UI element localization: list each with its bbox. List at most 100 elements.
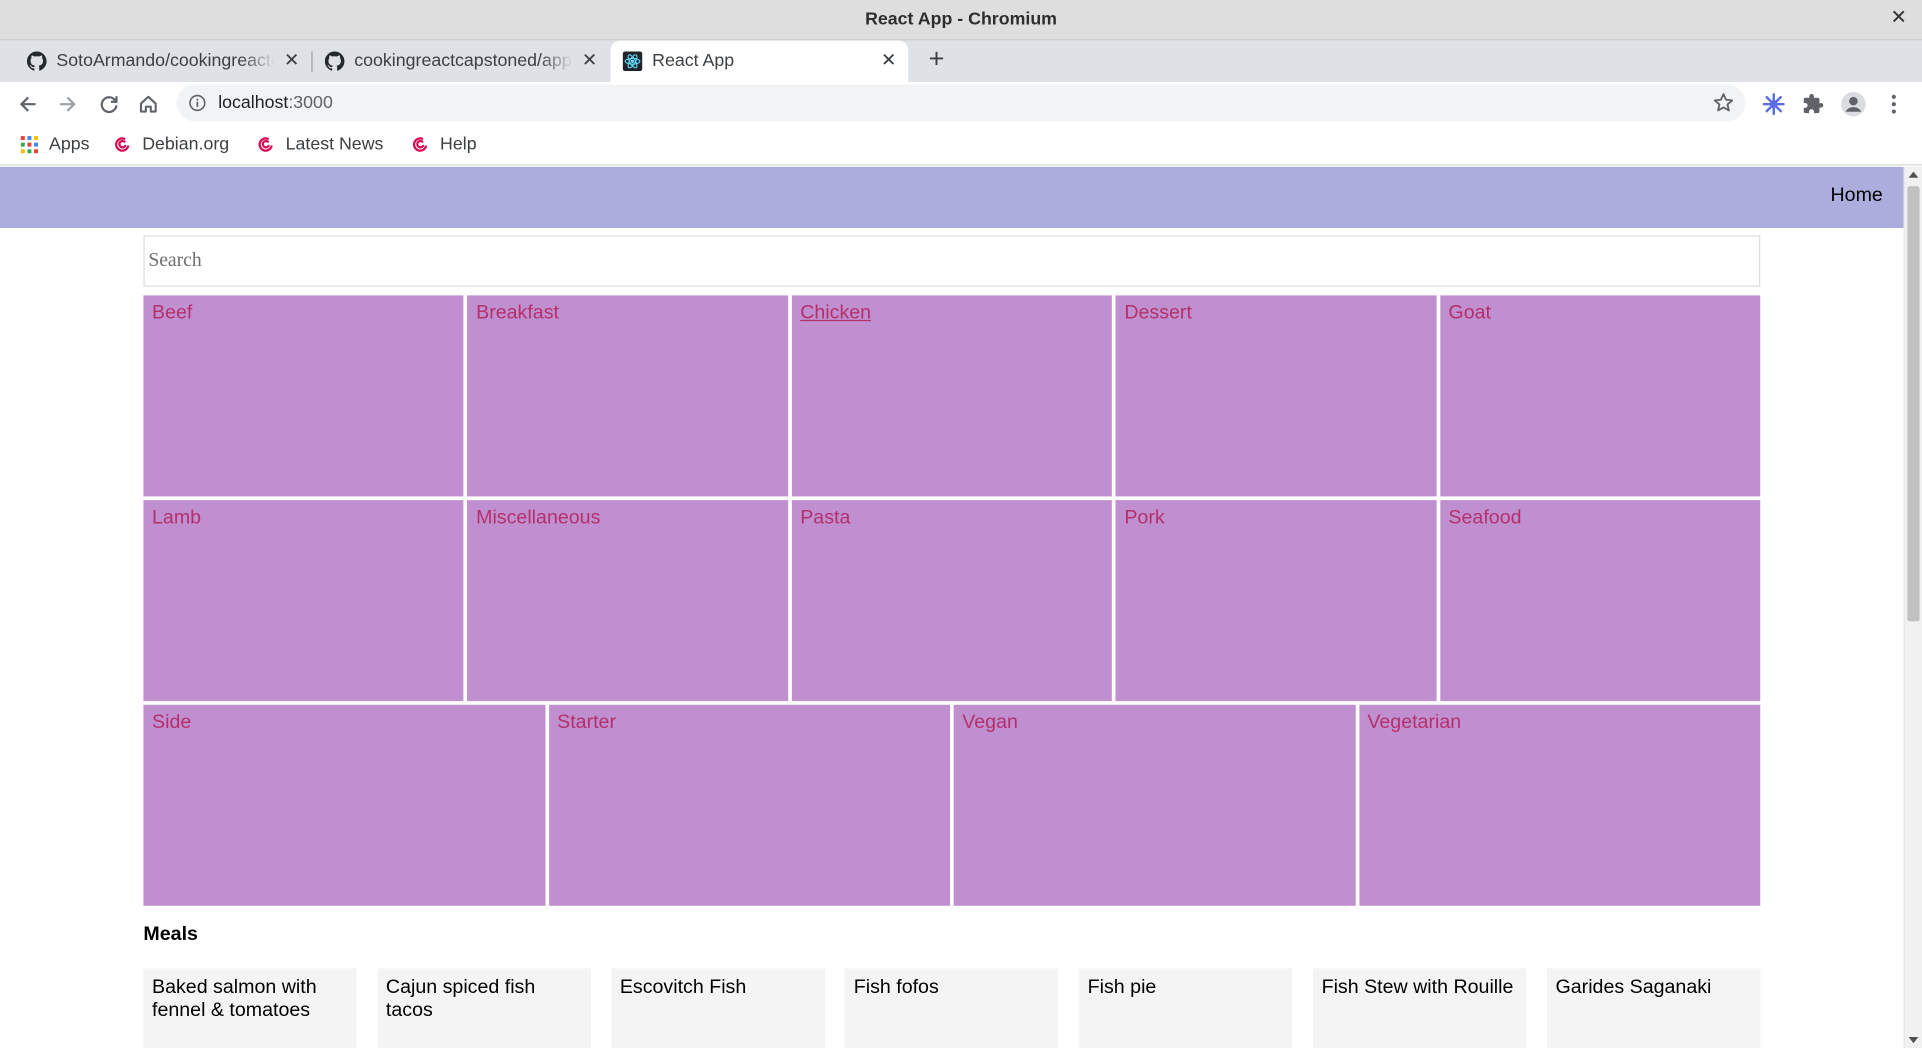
browser-window: React App - Chromium ✕ SotoArmando/cooki… — [0, 0, 1922, 1048]
category-link-breakfast[interactable]: Breakfast — [476, 303, 559, 325]
category-tile[interactable]: Goat — [1439, 295, 1761, 497]
meal-card[interactable]: Escovitch Fish — [611, 968, 825, 1048]
category-tile[interactable]: Vegan — [953, 704, 1356, 906]
category-row: Lamb Miscellaneous Pasta Pork Seafood — [143, 500, 1761, 702]
debian-swirl-icon — [115, 137, 130, 152]
github-icon — [26, 51, 47, 71]
debian-swirl-icon — [412, 137, 428, 152]
category-link-side[interactable]: Side — [152, 712, 191, 734]
tab-close-icon[interactable]: ✕ — [282, 51, 302, 71]
category-link-goat[interactable]: Goat — [1448, 303, 1491, 325]
category-link-lamb[interactable]: Lamb — [152, 507, 201, 529]
url-host: localhost — [218, 93, 289, 113]
info-icon[interactable] — [189, 94, 206, 112]
tab-close-icon[interactable]: ✕ — [879, 51, 899, 71]
extension-button[interactable] — [1760, 91, 1787, 118]
meal-card[interactable]: Fish Stew with Rouille — [1313, 968, 1527, 1048]
window-titlebar: React App - Chromium ✕ — [0, 0, 1922, 41]
tab-react-app[interactable]: React App ✕ — [610, 40, 909, 83]
kebab-menu-icon — [1891, 94, 1896, 114]
search-input[interactable] — [143, 235, 1761, 287]
category-tile[interactable]: Pasta — [791, 500, 1113, 702]
github-icon — [324, 51, 345, 71]
puzzle-icon — [1803, 94, 1824, 114]
category-link-dessert[interactable]: Dessert — [1124, 303, 1192, 325]
category-link-seafood[interactable]: Seafood — [1448, 507, 1521, 529]
meal-card[interactable]: Fish pie — [1079, 968, 1293, 1048]
profile-button[interactable] — [1840, 91, 1867, 118]
category-link-miscellaneous[interactable]: Miscellaneous — [476, 507, 600, 529]
apps-grid-icon — [20, 136, 38, 154]
new-tab-button[interactable]: + — [922, 45, 951, 74]
tab-label: React App — [652, 51, 735, 72]
reload-icon — [100, 96, 118, 114]
category-tile[interactable]: Dessert — [1115, 295, 1437, 497]
meal-card[interactable]: Fish fofos — [845, 968, 1059, 1048]
meal-card[interactable]: Baked salmon with fennel & tomatoes — [143, 968, 357, 1048]
bookmark-label: Debian.org — [142, 134, 230, 155]
bookmarks-bar: Apps Debian.org Latest News Help — [0, 125, 1922, 166]
sparkle-extension-icon — [1762, 93, 1785, 116]
profile-avatar-icon — [1841, 91, 1866, 117]
extensions-menu-button[interactable] — [1801, 91, 1828, 118]
browser-menu-button[interactable] — [1880, 91, 1907, 118]
tab-github-repo[interactable]: SotoArmando/cookingreactcapstoned ✕ — [0, 40, 311, 82]
address-bar[interactable]: localhost:3000 — [176, 84, 1746, 122]
category-tile[interactable]: Pork — [1115, 500, 1437, 702]
bookmark-label: Help — [440, 134, 477, 155]
reload-button[interactable] — [93, 88, 125, 120]
bookmark-star-icon[interactable] — [1711, 91, 1736, 116]
bookmark-apps[interactable]: Apps — [20, 132, 90, 157]
bookmark-label: Apps — [49, 134, 90, 155]
meals-heading: Meals — [143, 924, 198, 946]
category-tile[interactable]: Side — [143, 704, 545, 906]
meal-card[interactable]: Cajun spiced fish tacos — [377, 968, 591, 1048]
nav-home-link[interactable]: Home — [1831, 185, 1883, 207]
meal-card[interactable]: Garides Saganaki — [1546, 968, 1761, 1048]
bookmark-latest-news[interactable]: Latest News — [256, 132, 383, 157]
scroll-up-arrow-icon[interactable] — [1908, 171, 1919, 178]
category-tile[interactable]: Seafood — [1439, 500, 1761, 702]
scroll-down-arrow-icon[interactable] — [1908, 1036, 1919, 1044]
tab-github-app[interactable]: cookingreactcapstoned/app ✕ — [313, 40, 610, 82]
bookmark-label: Latest News — [285, 134, 384, 155]
category-row: Side Starter Vegan Vegetarian — [143, 704, 1761, 906]
category-tile[interactable]: Breakfast — [467, 295, 788, 497]
app-navbar: Home — [0, 166, 1904, 228]
category-tile[interactable]: Lamb — [143, 500, 464, 702]
category-tile[interactable]: Miscellaneous — [467, 500, 788, 702]
category-tile[interactable]: Chicken — [791, 295, 1113, 497]
category-tile[interactable]: Starter — [548, 704, 950, 906]
category-grid: Beef Breakfast Chicken Dessert Goat Lamb… — [143, 295, 1761, 909]
back-button[interactable] — [12, 88, 44, 120]
url-port: :3000 — [288, 93, 333, 113]
bookmark-debian[interactable]: Debian.org — [113, 132, 229, 157]
category-link-vegetarian[interactable]: Vegetarian — [1367, 712, 1461, 734]
arrow-right-icon — [60, 96, 76, 112]
category-link-beef[interactable]: Beef — [152, 303, 192, 325]
tab-label: SotoArmando/cookingreactcapstoned — [56, 51, 274, 72]
page-scrollbar[interactable] — [1903, 166, 1922, 1048]
category-link-pasta[interactable]: Pasta — [800, 507, 850, 529]
bookmark-help[interactable]: Help — [411, 132, 477, 157]
tab-strip: SotoArmando/cookingreactcapstoned ✕ cook… — [0, 40, 1922, 83]
category-row: Beef Breakfast Chicken Dessert Goat — [143, 295, 1761, 497]
arrow-left-icon — [19, 96, 36, 112]
category-tile[interactable]: Beef — [143, 295, 464, 497]
forward-button[interactable] — [51, 88, 83, 120]
react-icon — [622, 51, 643, 72]
window-title: React App - Chromium — [865, 9, 1057, 30]
scrollbar-thumb[interactable] — [1907, 186, 1920, 622]
home-button[interactable] — [132, 88, 164, 120]
home-icon — [139, 95, 157, 113]
debian-swirl-icon — [258, 137, 273, 152]
category-link-starter[interactable]: Starter — [557, 712, 616, 734]
meals-list: Baked salmon with fennel & tomatoes Caju… — [143, 968, 1761, 1048]
url-text[interactable]: localhost:3000 — [218, 93, 333, 113]
window-close-button[interactable]: ✕ — [1888, 6, 1910, 31]
category-link-pork[interactable]: Pork — [1124, 507, 1164, 529]
category-tile[interactable]: Vegetarian — [1358, 704, 1761, 906]
category-link-vegan[interactable]: Vegan — [962, 712, 1018, 734]
tab-close-icon[interactable]: ✕ — [580, 51, 600, 71]
category-link-chicken[interactable]: Chicken — [800, 303, 871, 325]
